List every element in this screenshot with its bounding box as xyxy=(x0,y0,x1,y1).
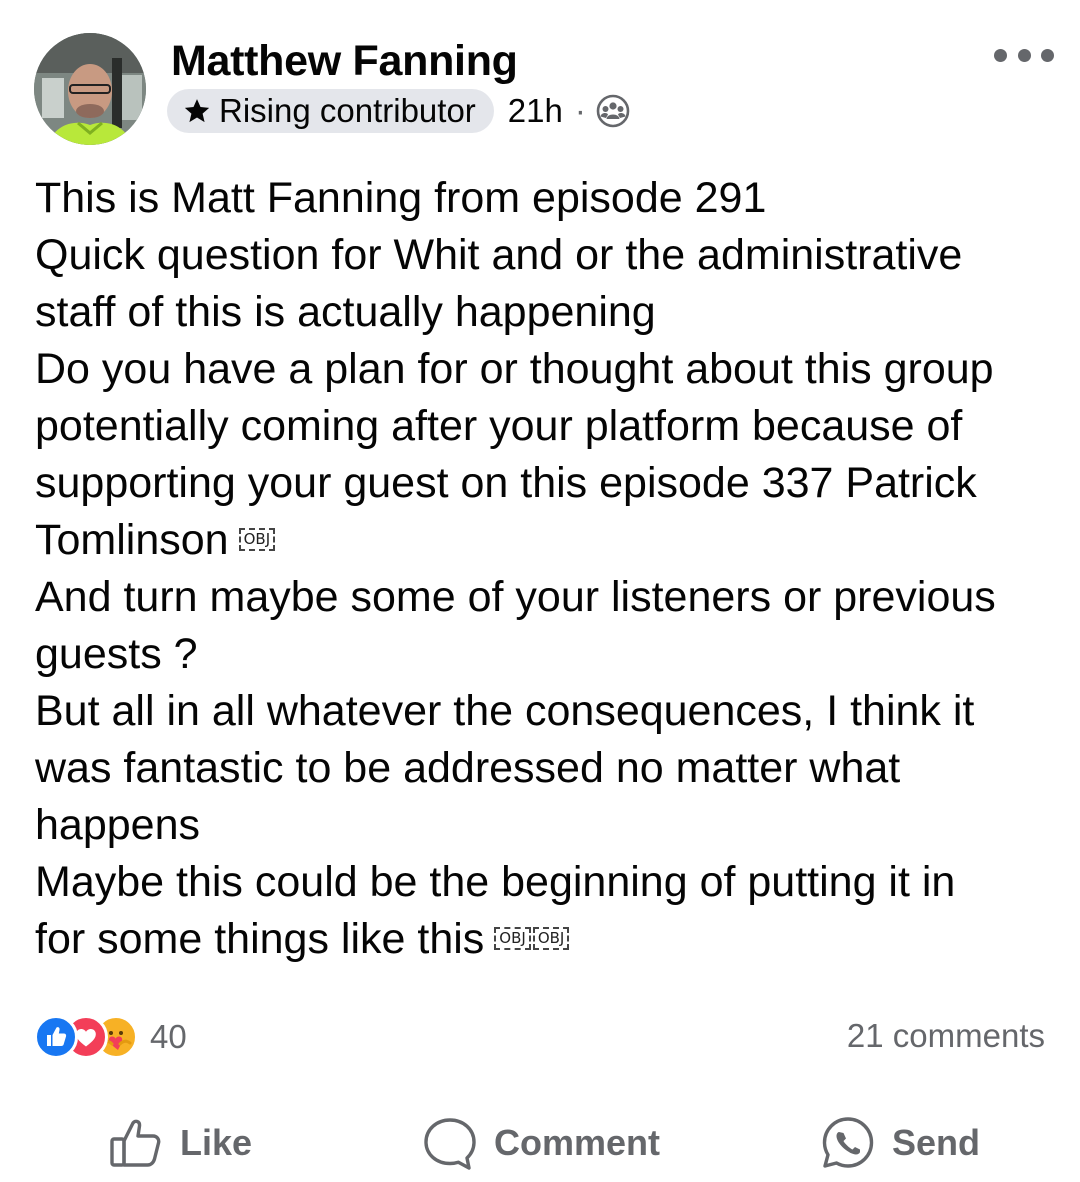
post-line: potentially coming after your platform b… xyxy=(35,402,963,450)
meta-separator: · xyxy=(574,92,586,129)
post-line: But all in all whatever the consequences… xyxy=(35,687,975,735)
comments-count[interactable]: 21 comments xyxy=(847,1017,1045,1055)
obj-placeholder-icon: OBJ xyxy=(532,927,570,951)
rising-contributor-badge[interactable]: Rising contributor xyxy=(167,89,494,133)
post-line: supporting your guest on this episode 33… xyxy=(35,459,977,507)
like-reaction-icon xyxy=(34,1015,78,1059)
send-button[interactable]: Send xyxy=(820,1110,980,1176)
post-line: guests ? xyxy=(35,630,198,678)
post-line: Maybe this could be the beginning of put… xyxy=(35,858,956,906)
author-name[interactable]: Matthew Fanning xyxy=(171,36,518,86)
more-dot xyxy=(994,48,1007,62)
post-meta: Rising contributor 21h · xyxy=(167,88,630,134)
send-label: Send xyxy=(892,1122,981,1163)
star-icon xyxy=(184,99,210,123)
thumbs-up-icon xyxy=(110,1119,161,1167)
post-line: This is Matt Fanning from episode 291 xyxy=(35,174,767,222)
post-line: Tomlinson OBJ xyxy=(35,512,1060,569)
post-timestamp[interactable]: 21h xyxy=(508,92,563,130)
like-button[interactable]: Like xyxy=(108,1110,252,1176)
like-label: Like xyxy=(180,1122,253,1163)
reactions-summary[interactable]: 40 xyxy=(34,1015,187,1059)
post-line: was fantastic to be addressed no matter … xyxy=(35,744,901,792)
post-line-text: Tomlinson xyxy=(35,516,229,564)
more-options-icon[interactable] xyxy=(994,40,1054,70)
comment-icon xyxy=(424,1118,476,1170)
obj-placeholder-icon: OBJ xyxy=(494,927,531,951)
post-line: happens xyxy=(35,801,200,849)
post-line: Do you have a plan for or thought about … xyxy=(35,345,994,393)
comment-button[interactable]: Comment xyxy=(422,1110,660,1176)
post-line: And turn maybe some of your listeners or… xyxy=(35,573,996,621)
group-icon xyxy=(596,94,630,128)
obj-placeholder-icon: OBJ xyxy=(238,528,276,552)
comment-label: Comment xyxy=(494,1122,661,1163)
post-line: Quick question for Whit and or the admin… xyxy=(35,231,963,279)
post-line-text: for some things like this xyxy=(35,915,485,963)
author-avatar[interactable] xyxy=(34,33,146,145)
more-dot xyxy=(1017,48,1031,62)
post-actions: Like Comment Send xyxy=(0,1110,1080,1176)
post-body: This is Matt Fanning from episode 291 Qu… xyxy=(35,170,1060,968)
post-line: for some things like this OBJ OBJ xyxy=(35,911,1060,968)
badge-label: Rising contributor xyxy=(219,92,476,129)
reaction-count: 40 xyxy=(150,1018,187,1055)
whatsapp-send-icon xyxy=(822,1117,874,1168)
post-line: staff of this is actually happening xyxy=(35,288,656,336)
more-dot xyxy=(1041,48,1054,62)
user-avatar-photo xyxy=(34,33,146,145)
